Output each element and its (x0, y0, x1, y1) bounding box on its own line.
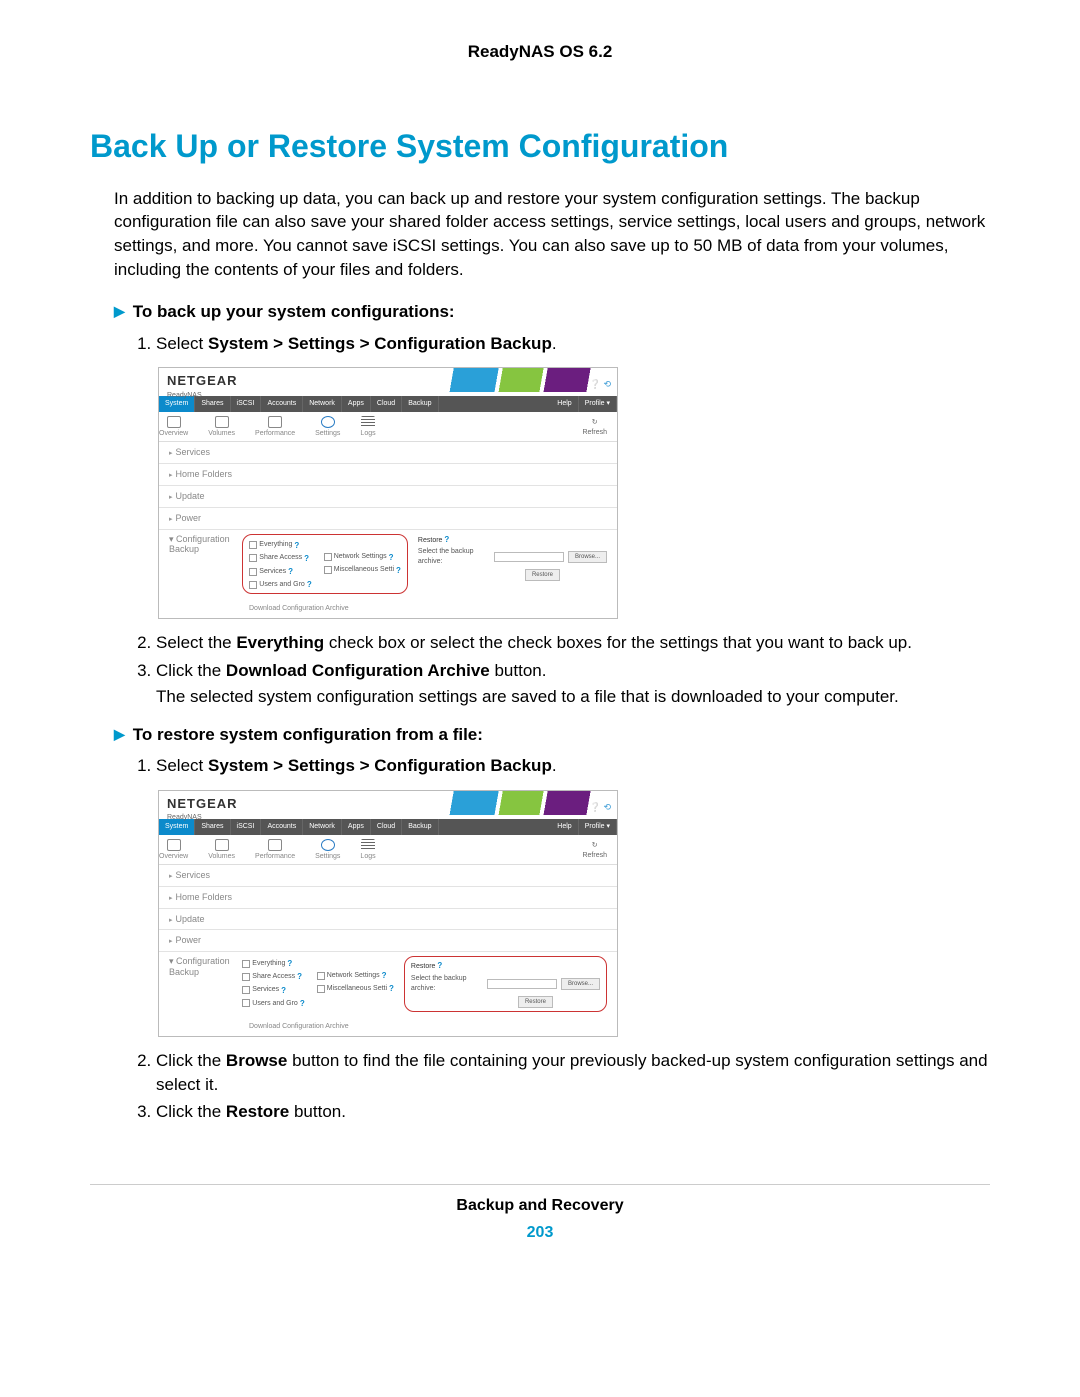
highlight-checkboxes: Everything ? Share Access ? Services ? U… (242, 534, 408, 595)
restore-button[interactable]: Restore (525, 569, 560, 581)
browse-button[interactable]: Browse... (561, 978, 600, 990)
subnav-item[interactable]: Volumes (208, 839, 235, 862)
restore-steps: Select System > Settings > Configuration… (136, 754, 990, 778)
sub-nav: Overview Volumes Performance Settings Lo… (159, 835, 617, 865)
procedure-heading-text: To back up your system configurations: (133, 300, 455, 324)
config-label: ▾ Configuration Backup (169, 534, 232, 556)
screenshot-header: NETGEAR ReadyNAS ❔ ⟲ (159, 791, 617, 819)
brand-banner (417, 791, 617, 815)
config-label: ▾ Configuration Backup (169, 956, 232, 978)
sub-nav: Overview Volumes Performance Settings Lo… (159, 412, 617, 442)
procedure-heading-backup: ▶ To back up your system configurations: (114, 300, 990, 324)
checkbox[interactable]: Network Settings ? (317, 970, 394, 981)
archive-input[interactable] (494, 552, 564, 562)
sidebar-item[interactable]: ▸Update (159, 486, 617, 508)
checkbox[interactable]: Share Access ? (249, 553, 311, 564)
subnav-item[interactable]: Overview (159, 839, 188, 862)
subnav-item[interactable]: Logs (360, 416, 375, 439)
restore-panel: Restore ? Select the backup archive: Bro… (418, 534, 607, 582)
subnav-item[interactable]: Settings (315, 839, 340, 862)
backup-steps-cont: Select the Everything check box or selec… (136, 631, 990, 708)
sidebar-item[interactable]: ▸Power (159, 508, 617, 530)
sidebar-item[interactable]: ▸Power (159, 930, 617, 952)
sidebar-item[interactable]: ▸Home Folders (159, 887, 617, 909)
list-item: Click the Restore button. (156, 1100, 990, 1124)
sidebar-item[interactable]: ▸Home Folders (159, 464, 617, 486)
select-archive-label: Select the backup archive: (411, 974, 483, 994)
backup-steps: Select System > Settings > Configuration… (136, 332, 990, 356)
download-archive-link[interactable]: Download Configuration Archive (159, 602, 617, 618)
step-body: The selected system configuration settin… (156, 685, 990, 709)
screenshot-restore: NETGEAR ReadyNAS ❔ ⟲ System Shares iSCSI… (158, 790, 618, 1037)
checkbox[interactable]: Services ? (249, 566, 311, 577)
sidebar-item[interactable]: ▸Services (159, 865, 617, 887)
highlight-restore: Restore ? Select the backup archive: Bro… (404, 956, 607, 1012)
refresh-button[interactable]: ↻Refresh (582, 418, 607, 438)
arrow-icon: ▶ (114, 725, 125, 745)
screenshot-header: NETGEAR ReadyNAS ❔ ⟲ (159, 368, 617, 396)
subnav-item[interactable]: Settings (315, 416, 340, 439)
subnav-item[interactable]: Performance (255, 416, 295, 439)
refresh-button[interactable]: ↻Refresh (582, 841, 607, 861)
sidebar-item[interactable]: ▸Services (159, 442, 617, 464)
archive-input[interactable] (487, 979, 557, 989)
checkbox-everything[interactable]: Everything ? (242, 958, 304, 969)
checkbox[interactable]: Share Access ? (242, 971, 304, 982)
list-item: Click the Download Configuration Archive… (156, 659, 990, 709)
screenshot-backup: NETGEAR ReadyNAS ❔ ⟲ System Shares iSCSI… (158, 367, 618, 619)
doc-header: ReadyNAS OS 6.2 (90, 40, 990, 64)
checkbox[interactable]: Services ? (242, 985, 304, 996)
section-title: Back Up or Restore System Configuration (90, 124, 990, 169)
arrow-icon: ▶ (114, 302, 125, 322)
config-backup-panel: ▾ Configuration Backup Everything ? Shar… (159, 952, 617, 1020)
download-archive-link[interactable]: Download Configuration Archive (159, 1020, 617, 1036)
config-backup-panel: ▾ Configuration Backup Everything ? Shar… (159, 530, 617, 603)
checkbox[interactable]: Miscellaneous Setti ? (324, 565, 401, 576)
top-icons: ❔ ⟲ (590, 801, 611, 814)
subnav-item[interactable]: Logs (360, 839, 375, 862)
list-item: Select System > Settings > Configuration… (156, 754, 990, 778)
browse-button[interactable]: Browse... (568, 551, 607, 563)
section-intro: In addition to backing up data, you can … (114, 187, 990, 282)
brand-banner (417, 368, 617, 392)
page-number: 203 (90, 1222, 990, 1244)
subnav-item[interactable]: Overview (159, 416, 188, 439)
procedure-heading-restore: ▶ To restore system configuration from a… (114, 723, 990, 747)
footer-divider (90, 1184, 990, 1185)
restore-steps-cont: Click the Browse button to find the file… (136, 1049, 990, 1124)
select-archive-label: Select the backup archive: (418, 547, 490, 567)
checkbox[interactable]: Network Settings ? (324, 552, 401, 563)
procedure-heading-text: To restore system configuration from a f… (133, 723, 483, 747)
subnav-item[interactable]: Volumes (208, 416, 235, 439)
checkbox-everything[interactable]: Everything ? (249, 540, 311, 551)
subnav-item[interactable]: Performance (255, 839, 295, 862)
checkbox[interactable]: Miscellaneous Setti ? (317, 983, 394, 994)
footer-title: Backup and Recovery (90, 1195, 990, 1217)
doc-footer: Backup and Recovery 203 (90, 1195, 990, 1244)
checkbox[interactable]: Users and Gro ? (249, 579, 311, 590)
list-item: Click the Browse button to find the file… (156, 1049, 990, 1097)
checkbox[interactable]: Users and Gro ? (242, 998, 304, 1009)
top-icons: ❔ ⟲ (590, 378, 611, 391)
list-item: Select the Everything check box or selec… (156, 631, 990, 655)
restore-button[interactable]: Restore (518, 996, 553, 1008)
list-item: Select System > Settings > Configuration… (156, 332, 990, 356)
sidebar-item[interactable]: ▸Update (159, 909, 617, 931)
